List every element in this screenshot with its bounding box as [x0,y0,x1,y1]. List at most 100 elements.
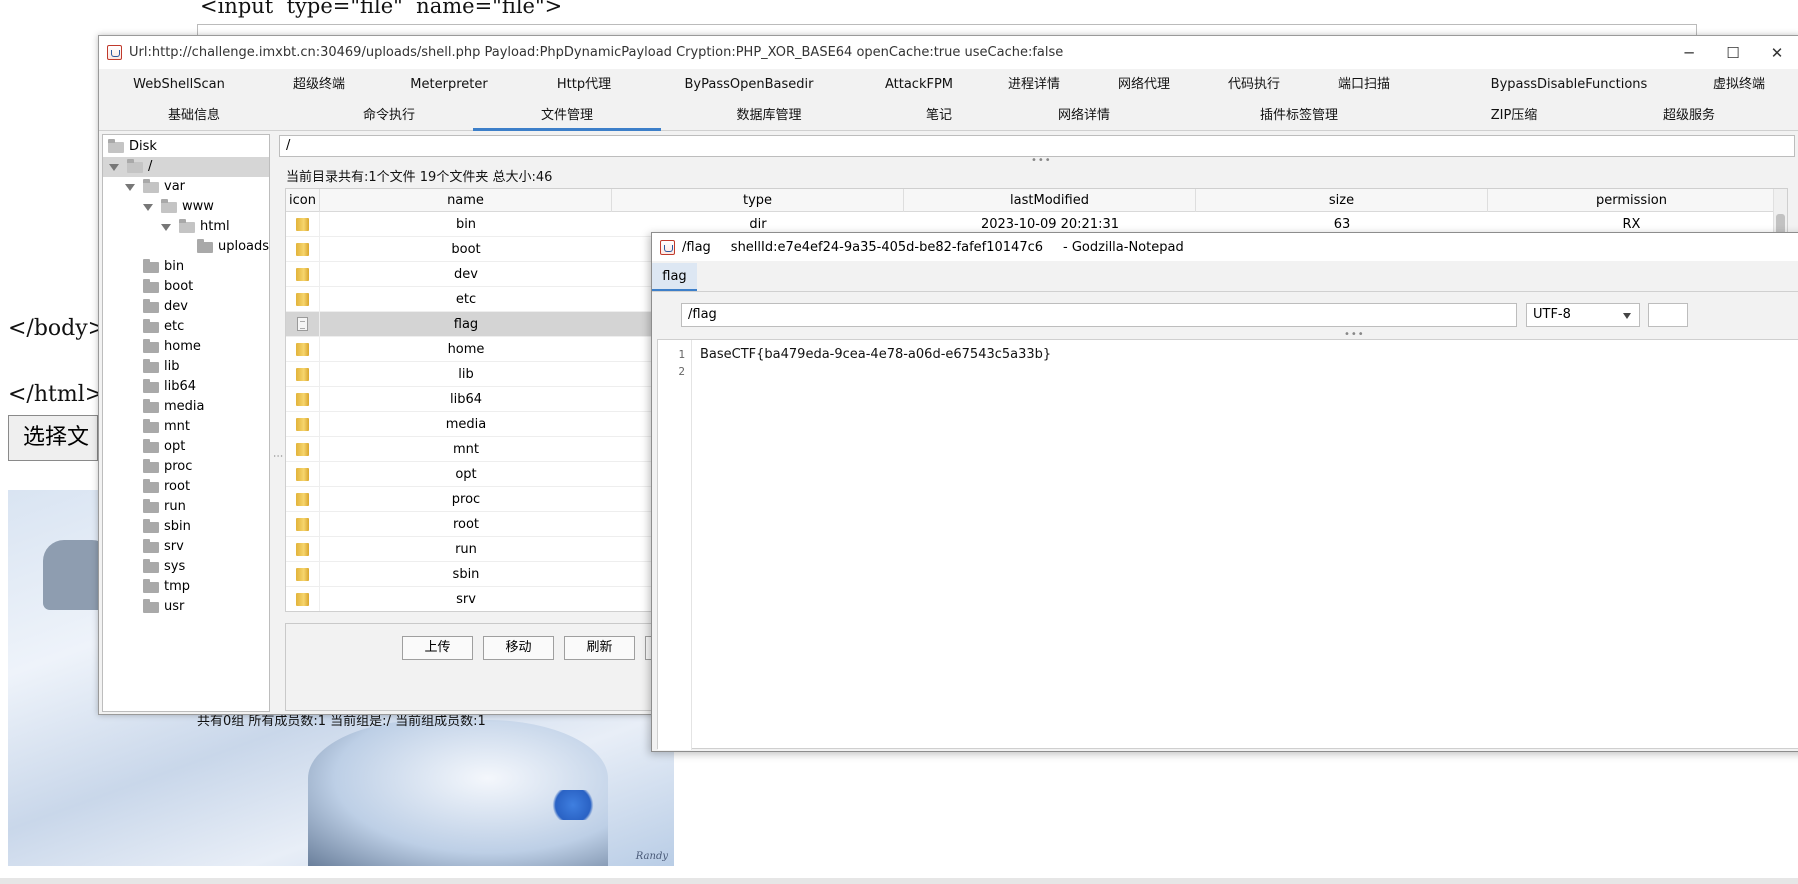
tab-attack-fpm[interactable]: AttackFPM [869,69,969,100]
tab-bypass-open-basedir[interactable]: ByPassOpenBasedir [659,69,839,100]
tab-port-scan[interactable]: 端口扫描 [1314,69,1414,100]
tree-node-srv[interactable]: srv [143,537,184,557]
tab-bypass-disable-functions[interactable]: BypassDisableFunctions [1469,69,1669,100]
background-html-tag: </html> [8,382,104,407]
folder-icon [296,418,309,431]
notepad-extra-field[interactable] [1648,303,1688,327]
folder-icon [296,493,309,506]
tab-zip-compress[interactable]: ZIP压缩 [1459,100,1569,131]
tree-node-home[interactable]: home [143,337,201,357]
tree-node-bin[interactable]: bin [143,257,184,277]
folder-icon [296,568,309,581]
expand-arrow-icon[interactable] [109,163,119,171]
tab-file-manager[interactable]: 文件管理 [473,100,661,131]
directory-summary: 当前目录共有:1个文件 19个文件夹 总大小:46 [286,170,553,185]
column-header-type[interactable]: type [612,189,904,212]
notepad-tab-flag[interactable]: flag [652,263,697,291]
tree-splitter-handle[interactable]: ⋮ [271,134,283,712]
line-number: 2 [678,365,685,378]
tree-node-html[interactable]: html [161,217,230,237]
tab-plugin-tag-manager[interactable]: 插件标签管理 [1229,100,1369,131]
tab-virtual-terminal[interactable]: 虚拟终端 [1689,69,1789,100]
tree-node-media[interactable]: media [143,397,205,417]
folder-icon [143,478,159,493]
row-name: dev [454,267,478,282]
move-button[interactable]: 移动 [483,636,554,660]
maximize-button[interactable]: ☐ [1711,36,1755,69]
main-window-titlebar[interactable]: Url:http://challenge.imxbt.cn:30469/uplo… [99,36,1798,69]
tab-super-service[interactable]: 超级服务 [1639,100,1739,131]
tree-node-proc[interactable]: proc [143,457,192,477]
tree-node-usr[interactable]: usr [143,597,184,617]
notepad-title-shell-id: shellId:e7e4ef24-9a35-405d-be82-fafef101… [730,239,1044,255]
notepad-editor[interactable]: 1 2 BaseCTF{ba479eda-9cea-4e78-a06d-e675… [657,339,1798,750]
row-name: srv [456,592,476,607]
row-name: home [447,342,485,357]
column-header-icon[interactable]: icon [286,189,320,212]
tree-node-boot[interactable]: boot [143,277,193,297]
row-name: sbin [452,567,480,582]
tab-process-details[interactable]: 进程详情 [984,69,1084,100]
folder-open-icon [143,178,159,193]
tree-node-sys[interactable]: sys [143,557,185,577]
encoding-select[interactable]: UTF-8 [1526,303,1640,327]
upload-button[interactable]: 上传 [402,636,473,660]
tree-node-www[interactable]: www [143,197,214,217]
notepad-path-input[interactable]: /flag [681,303,1517,327]
folder-open-icon [127,158,143,173]
tree-node-lib[interactable]: lib [143,357,179,377]
tree-node-root[interactable]: / [103,157,269,177]
tree-node-disk[interactable]: Disk [108,137,157,157]
tab-meterpreter[interactable]: Meterpreter [389,69,509,100]
tab-network-details[interactable]: 网络详情 [1034,100,1134,131]
column-header-permission[interactable]: permission [1488,189,1775,212]
tab-notes[interactable]: 笔记 [899,100,979,131]
tree-node-root-dir[interactable]: root [143,477,190,497]
tree-node-var[interactable]: var [125,177,185,197]
background-scrollbar[interactable] [0,878,1798,884]
expand-arrow-icon[interactable] [161,223,171,231]
tab-database-manager[interactable]: 数据库管理 [699,100,839,131]
refresh-button[interactable]: 刷新 [564,636,635,660]
tree-node-mnt[interactable]: mnt [143,417,190,437]
godzilla-notepad-window: /flag shellId:e7e4ef24-9a35-405d-be82-fa… [651,232,1798,752]
expand-arrow-icon[interactable] [125,183,135,191]
column-header-name[interactable]: name [320,189,612,212]
line-number: 1 [678,348,685,361]
tab-super-terminal[interactable]: 超级终端 [269,69,369,100]
tree-node-sbin[interactable]: sbin [143,517,191,537]
close-button[interactable]: ✕ [1755,36,1798,69]
tree-node-tmp[interactable]: tmp [143,577,190,597]
notepad-content[interactable]: BaseCTF{ba479eda-9cea-4e78-a06d-e67543c5… [700,346,1051,363]
tree-node-dev[interactable]: dev [143,297,188,317]
java-icon [660,239,675,255]
tree-node-run[interactable]: run [143,497,186,517]
file-table-header: icon name type lastModified size permiss… [286,189,1787,212]
directory-tree[interactable]: Disk / var www html uploads bin boot dev… [102,134,270,712]
folder-icon [143,418,159,433]
folder-icon [296,393,309,406]
folder-icon [197,238,213,253]
column-header-last-modified[interactable]: lastModified [904,189,1196,212]
folder-icon [143,378,159,393]
minimize-button[interactable]: ─ [1667,36,1711,69]
screen: <input type="file" name="file"> </body> … [0,0,1798,884]
tree-node-lib64[interactable]: lib64 [143,377,196,397]
tab-code-exec[interactable]: 代码执行 [1204,69,1304,100]
panel-splitter-handle[interactable]: ••• [1031,155,1052,166]
tab-command-exec[interactable]: 命令执行 [329,100,449,131]
column-header-size[interactable]: size [1196,189,1488,212]
folder-icon [296,293,309,306]
choose-file-button[interactable]: 选择文 [8,415,98,461]
tree-node-uploads[interactable]: uploads [197,237,269,257]
tree-node-opt[interactable]: opt [143,437,185,457]
tree-node-etc[interactable]: etc [143,317,184,337]
tab-basic-info[interactable]: 基础信息 [144,100,244,131]
tab-network-proxy[interactable]: 网络代理 [1094,69,1194,100]
notepad-titlebar[interactable]: /flag shellId:e7e4ef24-9a35-405d-be82-fa… [652,233,1798,261]
expand-arrow-icon[interactable] [143,203,153,211]
tab-http-proxy[interactable]: Http代理 [524,69,644,100]
tab-webshellscan[interactable]: WebShellScan [114,69,244,100]
path-input[interactable]: / [279,135,1795,157]
java-icon [107,45,122,60]
